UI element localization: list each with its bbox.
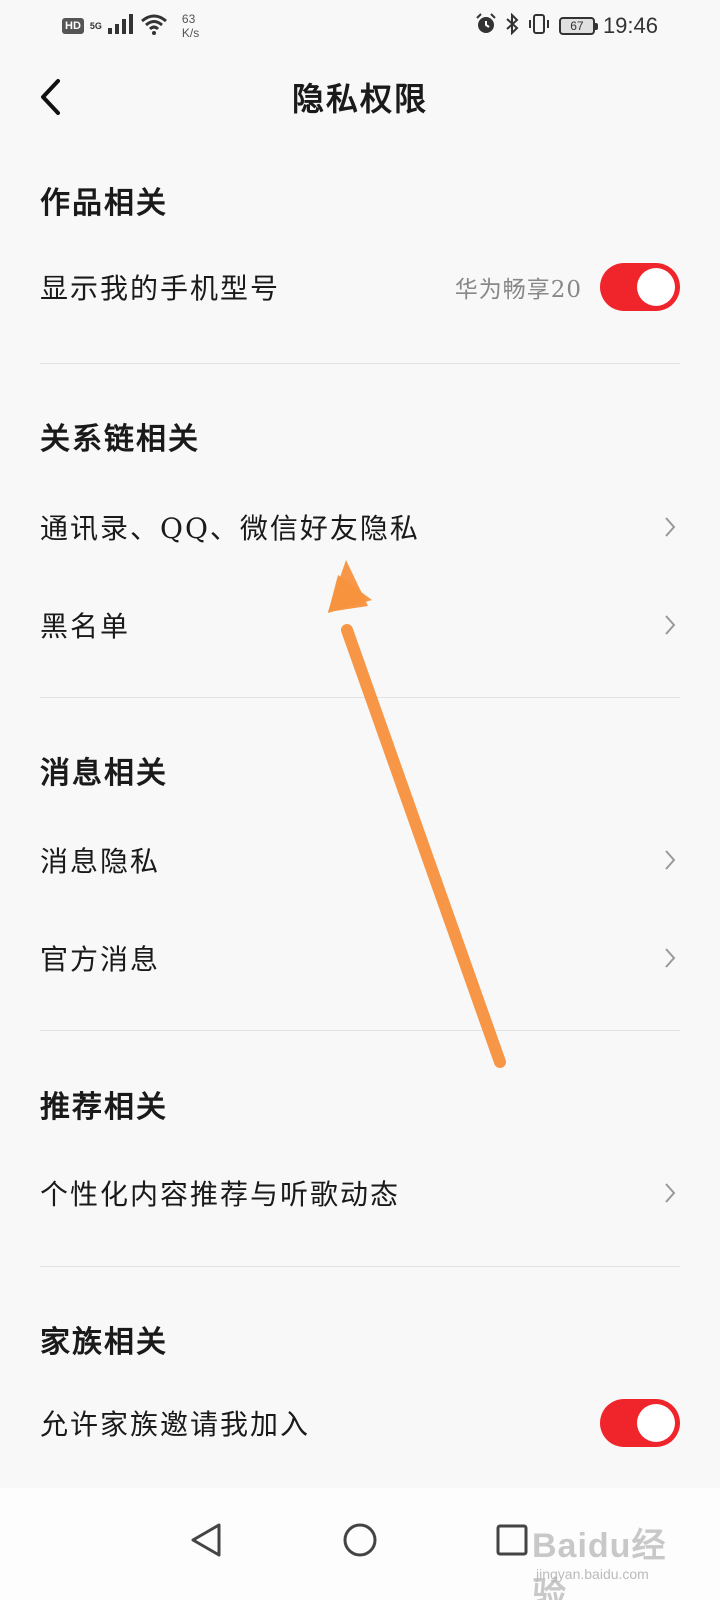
- watermark-url: jingyan.baidu.com: [536, 1566, 649, 1582]
- setting-row-official-messages[interactable]: 官方消息: [40, 913, 680, 1003]
- section-title-works: 作品相关: [40, 186, 168, 221]
- battery-icon: 67: [558, 17, 598, 35]
- family-invite-toggle[interactable]: [600, 1399, 680, 1447]
- divider: [40, 697, 680, 698]
- app-header: 隐私权限: [0, 52, 720, 142]
- wifi-icon: [140, 13, 168, 40]
- speed-unit: K/s: [181, 26, 200, 40]
- watermark: Baidu经验 jingyan.baidu.com: [532, 1500, 682, 1600]
- status-right: 67 19:46: [475, 10, 658, 42]
- status-bar: HD 5G 63 K/s 67 19:46: [0, 0, 720, 52]
- section-title-messages: 消息相关: [40, 756, 168, 791]
- section-title-relations: 关系链相关: [40, 422, 200, 457]
- chevron-right-icon: [660, 944, 680, 972]
- show-phone-model-toggle[interactable]: [600, 263, 680, 311]
- setting-row-contacts-privacy[interactable]: 通讯录、QQ、微信好友隐私: [40, 482, 680, 572]
- signal-icon: [107, 13, 134, 39]
- bluetooth-icon: [505, 12, 519, 40]
- chevron-right-icon: [660, 611, 680, 639]
- setting-row-family-invite[interactable]: 允许家族邀请我加入: [40, 1378, 680, 1468]
- chevron-right-icon: [660, 846, 680, 874]
- setting-label: 显示我的手机型号: [40, 272, 281, 305]
- divider: [40, 363, 680, 364]
- setting-row-message-privacy[interactable]: 消息隐私: [40, 815, 680, 905]
- section-title-family: 家族相关: [40, 1325, 168, 1360]
- divider: [40, 1030, 680, 1031]
- square-recents-icon: [496, 1524, 528, 1556]
- setting-right: 华为畅享20: [455, 263, 680, 311]
- setting-label: 通讯录、QQ、微信好友隐私: [40, 512, 420, 545]
- setting-right: [600, 1399, 680, 1447]
- circle-home-icon: [343, 1523, 377, 1557]
- status-left: HD 5G 63 K/s: [62, 10, 199, 42]
- nav-back-button[interactable]: [176, 1510, 236, 1570]
- network-type: 5G: [89, 20, 102, 31]
- clock: 19:46: [602, 13, 658, 38]
- alarm-icon: [475, 12, 497, 40]
- triangle-back-icon: [191, 1523, 221, 1557]
- divider: [40, 1266, 680, 1267]
- setting-label: 官方消息: [40, 943, 161, 976]
- vibrate-icon: [527, 13, 551, 40]
- phone-model-value: 华为畅享20: [454, 277, 582, 303]
- speed-value: 63: [181, 12, 196, 26]
- setting-label: 消息隐私: [40, 845, 161, 878]
- setting-row-show-phone-model[interactable]: 显示我的手机型号 华为畅享20: [40, 242, 680, 332]
- watermark-logo: Baidu经验: [532, 1527, 667, 1600]
- setting-label: 允许家族邀请我加入: [40, 1408, 311, 1441]
- chevron-right-icon: [660, 513, 680, 541]
- setting-label: 黑名单: [40, 610, 131, 643]
- nav-home-button[interactable]: [330, 1510, 390, 1570]
- chevron-right-icon: [660, 1179, 680, 1207]
- hd-badge: HD: [62, 18, 84, 34]
- section-title-recommendations: 推荐相关: [40, 1090, 168, 1125]
- setting-label: 个性化内容推荐与听歌动态: [40, 1178, 401, 1211]
- setting-row-personalized-recommendation[interactable]: 个性化内容推荐与听歌动态: [40, 1148, 680, 1238]
- page-title: 隐私权限: [291, 80, 428, 118]
- toggle-knob: [637, 1404, 675, 1442]
- toggle-knob: [637, 268, 675, 306]
- network-speed: 63 K/s: [182, 12, 199, 40]
- setting-row-blacklist[interactable]: 黑名单: [40, 580, 680, 670]
